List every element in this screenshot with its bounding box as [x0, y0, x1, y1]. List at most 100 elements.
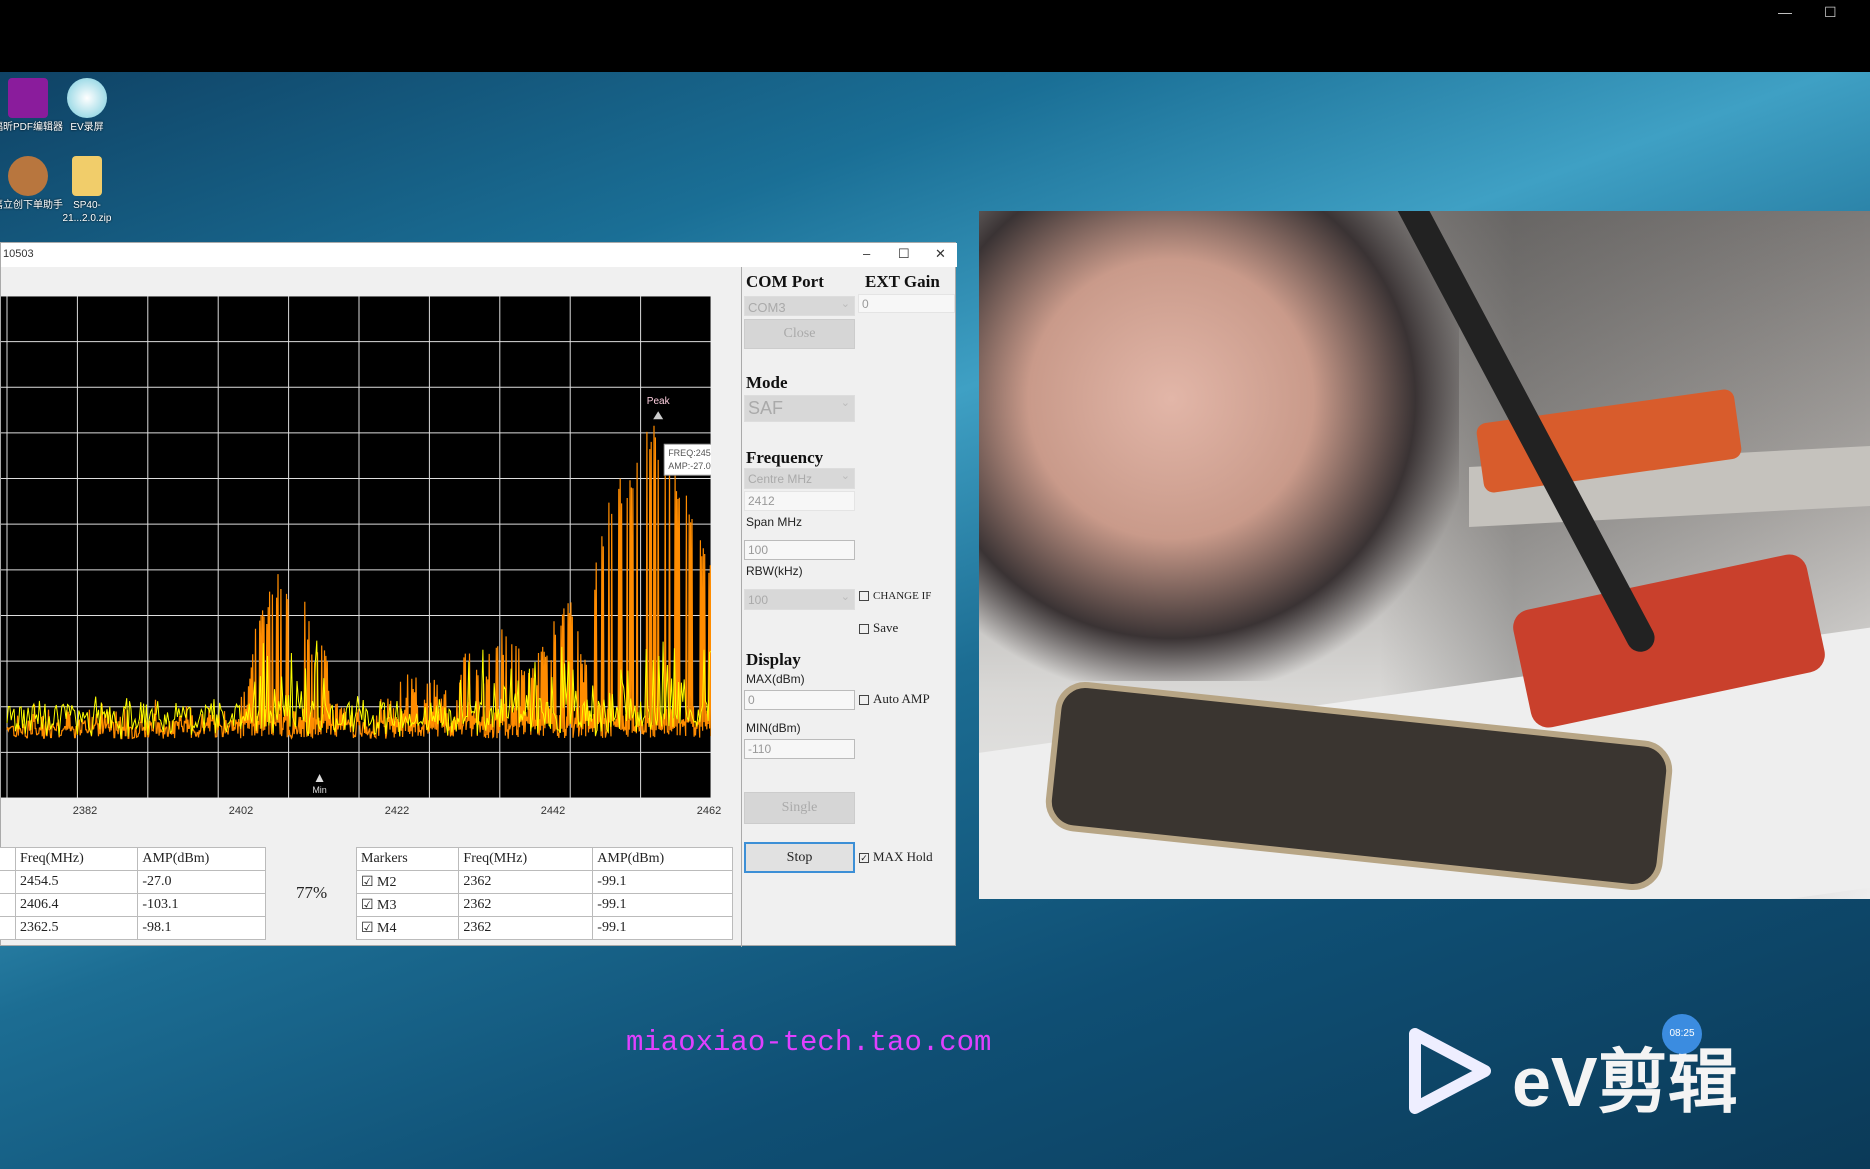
min-dbm-label: MIN(dBm)	[746, 721, 801, 735]
logo-text: eV剪辑	[1512, 1043, 1738, 1121]
marker-checkbox[interactable]: ☑ M3	[355, 893, 460, 917]
stop-button[interactable]: Stop	[744, 842, 855, 873]
cell: -103.1	[137, 893, 266, 917]
close-port-button[interactable]: Close	[744, 319, 855, 349]
com-port-select[interactable]: COM3	[744, 296, 855, 316]
x-tick: 2462	[696, 805, 722, 817]
x-tick: 2382	[72, 805, 98, 817]
cell: -99.1	[592, 916, 733, 940]
com-port-label: COM Port	[746, 272, 824, 291]
max-dbm-input[interactable]: 0	[744, 690, 855, 710]
hand	[979, 211, 1459, 681]
column-header: Freq(MHz)	[14, 847, 139, 871]
checkbox-checked-icon: ✓	[859, 853, 869, 864]
spectrum-analyzer-window: 10503 – ☐ ✕ Peak FREQ:2454.5 AMP:-27.0 M…	[0, 242, 957, 947]
checkbox-label: Auto AMP	[873, 691, 930, 706]
cell: -99.1	[592, 870, 733, 894]
table-row: 2454.5 -27.0	[0, 870, 266, 894]
cell: 2362	[458, 870, 594, 894]
ext-gain-input[interactable]: 0	[858, 294, 955, 313]
span-label: Span MHz	[746, 515, 803, 529]
icon-label: EV录屏	[70, 122, 104, 133]
column-header: Markers	[355, 847, 460, 871]
progress-percent: 77%	[296, 883, 328, 902]
player-top-bar: — ☐	[0, 0, 1870, 72]
auto-amp-checkbox[interactable]: Auto AMP	[859, 691, 930, 707]
column-header: AMP(dBm)	[137, 847, 266, 871]
display-label: Display	[746, 650, 801, 669]
min-marker: Min	[312, 774, 327, 795]
cell: -27.0	[137, 870, 266, 894]
max-dbm-label: MAX(dBm)	[746, 672, 805, 686]
ev-recorder-icon	[67, 78, 107, 118]
column-header: AMP(dBm)	[592, 847, 733, 871]
cell: 2454.5	[14, 870, 139, 894]
x-tick: 2402	[228, 805, 254, 817]
checkbox-icon	[859, 591, 869, 602]
table-header: Freq(MHz) AMP(dBm)	[0, 847, 266, 871]
table-row: ☑ M2 2362 -99.1	[355, 870, 733, 894]
watermark-text: miaoxiao-tech.tao.com	[626, 1026, 992, 1059]
cell: 2362	[458, 893, 594, 917]
checkbox-icon	[859, 624, 869, 635]
markers-table: Markers Freq(MHz) AMP(dBm) ☑ M2 2362 -99.1 ☑…	[355, 847, 733, 940]
ext-gain-label: EXT Gain	[865, 272, 940, 291]
min-dbm-input[interactable]: -110	[744, 739, 855, 759]
frequency-label: Frequency	[746, 448, 824, 467]
table-row: 2406.4 -103.1	[0, 893, 266, 917]
minimize-button[interactable]: –	[863, 246, 870, 261]
span-input[interactable]: 100	[744, 540, 855, 560]
window-title: 10503	[3, 248, 34, 260]
peak-table: Freq(MHz) AMP(dBm) 2454.5 -27.0 2406.4 -103…	[0, 847, 266, 940]
title-bar: 10503 – ☐ ✕	[1, 243, 957, 267]
marker-checkbox[interactable]: ☑ M2	[355, 870, 460, 894]
peak-tooltip: FREQ:2454.5 AMP:-27.0	[663, 443, 711, 476]
peak-label: Peak	[647, 396, 671, 407]
centre-freq-input[interactable]: 2412	[744, 491, 855, 511]
cell: 2406.4	[14, 893, 139, 917]
webcam-video	[979, 211, 1870, 899]
maximize-icon[interactable]: ☐	[1824, 4, 1837, 21]
x-tick: 2422	[384, 805, 410, 817]
mode-select[interactable]: SAF	[744, 395, 855, 422]
maximize-button[interactable]: ☐	[898, 246, 910, 262]
min-label: Min	[312, 785, 327, 795]
centre-mode-select[interactable]: Centre MHz	[744, 468, 855, 489]
icon-label: SP40-21...2.0.zip	[62, 200, 112, 224]
column-header: Freq(MHz)	[458, 847, 594, 871]
bear-icon	[8, 156, 48, 196]
desktop-icon-zip[interactable]: SP40-21...2.0.zip	[52, 156, 122, 225]
desktop-icon-ev[interactable]: EV录屏	[52, 78, 122, 134]
cell: 2362	[458, 916, 594, 940]
max-hold-checkbox[interactable]: ✓ MAX Hold	[859, 849, 933, 865]
rbw-select[interactable]: 100	[744, 589, 855, 610]
zip-folder-icon	[72, 156, 102, 196]
checkbox-label: Save	[873, 620, 899, 635]
table-row: 2362.5 -98.1	[0, 916, 266, 940]
cell: -98.1	[137, 916, 266, 940]
cell: 2362.5	[14, 916, 139, 940]
rbw-label: RBW(kHz)	[746, 564, 803, 578]
checkbox-icon	[859, 695, 869, 706]
ev-logo: eV剪辑 08:25	[1407, 1014, 1797, 1121]
panel-divider	[741, 267, 742, 947]
pdf-editor-icon	[8, 78, 48, 118]
table-row: ☑ M3 2362 -99.1	[355, 893, 733, 917]
cell: -99.1	[592, 893, 733, 917]
tooltip-freq: FREQ:2454.5	[668, 448, 711, 458]
play-icon	[1409, 1028, 1491, 1114]
tooltip-amp: AMP:-27.0	[668, 461, 711, 471]
save-checkbox[interactable]: Save	[859, 620, 898, 636]
marker-checkbox[interactable]: ☑ M4	[355, 916, 460, 940]
table-row: ☑ M4 2362 -99.1	[355, 916, 733, 940]
logo-badge: 08:25	[1662, 1014, 1702, 1054]
change-if-checkbox[interactable]: CHANGE IF	[859, 590, 931, 602]
table-header: Markers Freq(MHz) AMP(dBm)	[355, 847, 733, 871]
close-button[interactable]: ✕	[935, 246, 946, 262]
single-button[interactable]: Single	[744, 792, 855, 824]
mode-label: Mode	[746, 373, 788, 392]
peak-marker: Peak	[647, 396, 671, 420]
minimize-icon[interactable]: —	[1778, 4, 1792, 20]
x-tick: 2442	[540, 805, 566, 817]
spectrum-chart[interactable]: Peak FREQ:2454.5 AMP:-27.0 Min	[1, 296, 711, 798]
